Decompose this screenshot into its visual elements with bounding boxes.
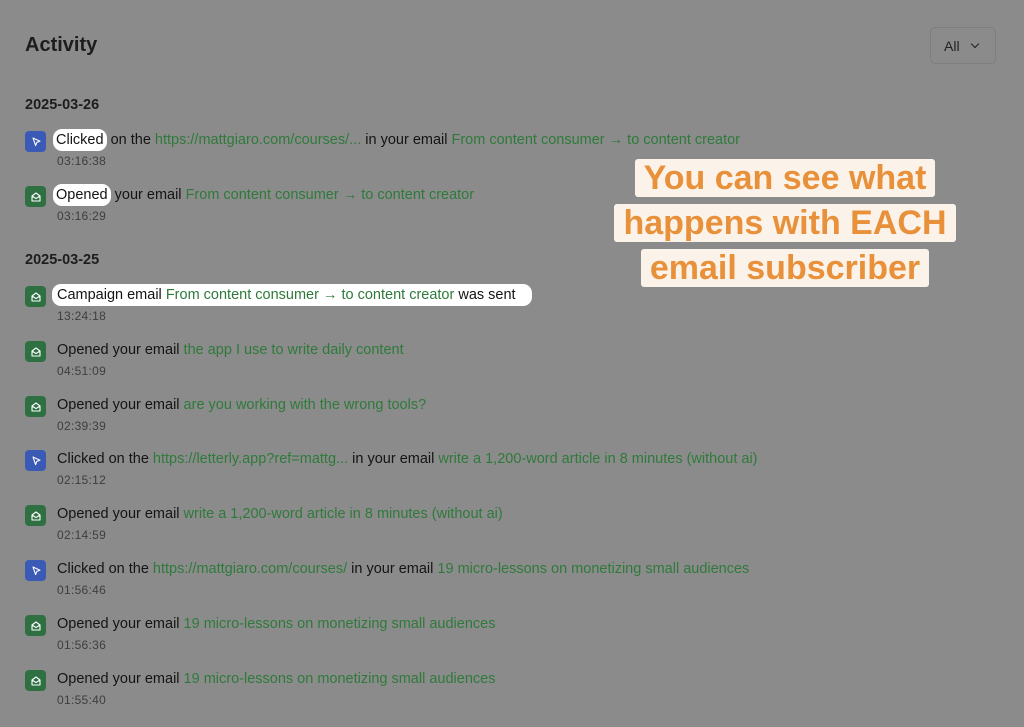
activity-text: Opened your email 19 micro-lessons on mo… <box>57 616 495 632</box>
filter-value: All <box>944 37 960 54</box>
envelope-open-icon <box>25 286 46 307</box>
link-url[interactable]: https://mattgiaro.com/courses/... <box>155 132 361 148</box>
event-time: 01:55:40 <box>57 693 107 707</box>
email-subject-link[interactable]: From content consumer → to content creat… <box>186 187 475 203</box>
email-subject-link[interactable]: From content consumer → to content creat… <box>452 132 741 148</box>
event-time: 02:14:59 <box>57 528 107 542</box>
text-fragment: in your email <box>361 132 452 148</box>
envelope-open-icon <box>25 396 46 417</box>
cursor-click-icon <box>25 450 46 471</box>
envelope-open-icon <box>25 341 46 362</box>
text-fragment: Opened your email <box>57 342 184 358</box>
activity-text: Clicked on the https://letterly.app?ref=… <box>57 451 758 467</box>
activity-item: Opened your email are you working with t… <box>25 394 975 434</box>
link-url[interactable]: https://mattgiaro.com/courses/ <box>153 561 347 577</box>
email-subject-link[interactable]: 19 micro-lessons on monetizing small aud… <box>184 671 496 687</box>
text-fragment: on the <box>106 132 155 148</box>
event-time: 02:39:39 <box>57 419 107 433</box>
activity-item: Opened your email write a 1,200-word art… <box>25 503 975 543</box>
email-subject-link[interactable]: the app I use to write daily content <box>184 342 404 358</box>
envelope-open-icon <box>25 186 46 207</box>
event-time: 03:16:29 <box>57 209 107 223</box>
campaign-sent-highlight: Campaign email From content consumer → t… <box>52 284 532 306</box>
text-fragment: in your email <box>348 451 439 467</box>
activity-item: Opened your email the app I use to write… <box>25 339 975 379</box>
text-fragment: Opened your email <box>57 671 184 687</box>
activity-text: Campaign email From content consumer → t… <box>52 284 532 306</box>
chevron-down-icon <box>970 39 979 48</box>
cursor-click-icon <box>25 131 46 152</box>
callout-line-1: You can see what <box>634 159 936 197</box>
text-fragment: was sent <box>454 287 516 303</box>
page-title: Activity <box>25 34 98 56</box>
email-subject-link[interactable]: 19 micro-lessons on monetizing small aud… <box>437 561 749 577</box>
activity-item: Clicked on the https://letterly.app?ref=… <box>25 448 975 488</box>
opened-label: Opened <box>53 184 111 206</box>
text-fragment: Opened your email <box>57 397 184 413</box>
event-time: 02:15:12 <box>57 473 107 487</box>
activity-text: Opened your email the app I use to write… <box>57 342 404 358</box>
text-fragment: Opened your email <box>57 616 184 632</box>
clicked-label: Clicked <box>53 129 107 151</box>
date-heading: 2025-03-25 <box>25 252 100 268</box>
callout-line-3: email subscriber <box>640 249 930 287</box>
text-fragment: Opened your email <box>57 506 184 522</box>
email-subject-link[interactable]: are you working with the wrong tools? <box>184 397 427 413</box>
email-subject-link[interactable]: From content consumer → to content creat… <box>166 287 455 303</box>
envelope-open-icon <box>25 505 46 526</box>
event-time: 01:56:46 <box>57 583 107 597</box>
callout-line-2: happens with EACH <box>614 204 956 242</box>
email-subject-link[interactable]: write a 1,200-word article in 8 minutes … <box>438 451 757 467</box>
activity-text: Opened your email are you working with t… <box>57 397 426 413</box>
activity-text: Opened your email write a 1,200-word art… <box>57 506 503 522</box>
event-time: 03:16:38 <box>57 154 107 168</box>
email-subject-link[interactable]: 19 micro-lessons on monetizing small aud… <box>184 616 496 632</box>
event-time: 01:56:36 <box>57 638 107 652</box>
text-fragment: Clicked on the <box>57 561 153 577</box>
activity-item: Clicked on the https://mattgiaro.com/cou… <box>25 558 975 598</box>
event-time: 13:24:18 <box>57 309 107 323</box>
text-fragment: Campaign email <box>57 287 166 303</box>
text-fragment: your email <box>110 187 186 203</box>
activity-text: Clicked on the https://mattgiaro.com/cou… <box>57 561 749 577</box>
annotation-callout: You can see what happens with EACH email… <box>600 156 970 291</box>
envelope-open-icon <box>25 615 46 636</box>
text-fragment: Clicked on the <box>57 451 153 467</box>
email-subject-link[interactable]: write a 1,200-word article in 8 minutes … <box>184 506 503 522</box>
link-url[interactable]: https://letterly.app?ref=mattg... <box>153 451 348 467</box>
envelope-open-icon <box>25 670 46 691</box>
activity-text: Clicked on the https://mattgiaro.com/cou… <box>53 129 741 151</box>
activity-text: Opened your email 19 micro-lessons on mo… <box>57 671 495 687</box>
cursor-click-icon <box>25 560 46 581</box>
activity-item: Opened your email 19 micro-lessons on mo… <box>25 668 975 708</box>
activity-item: Opened your email 19 micro-lessons on mo… <box>25 613 975 653</box>
activity-text: Opened your email From content consumer … <box>53 184 475 206</box>
activity-filter-select[interactable]: All <box>930 27 996 64</box>
date-heading: 2025-03-26 <box>25 97 100 113</box>
event-time: 04:51:09 <box>57 364 107 378</box>
text-fragment: in your email <box>347 561 438 577</box>
